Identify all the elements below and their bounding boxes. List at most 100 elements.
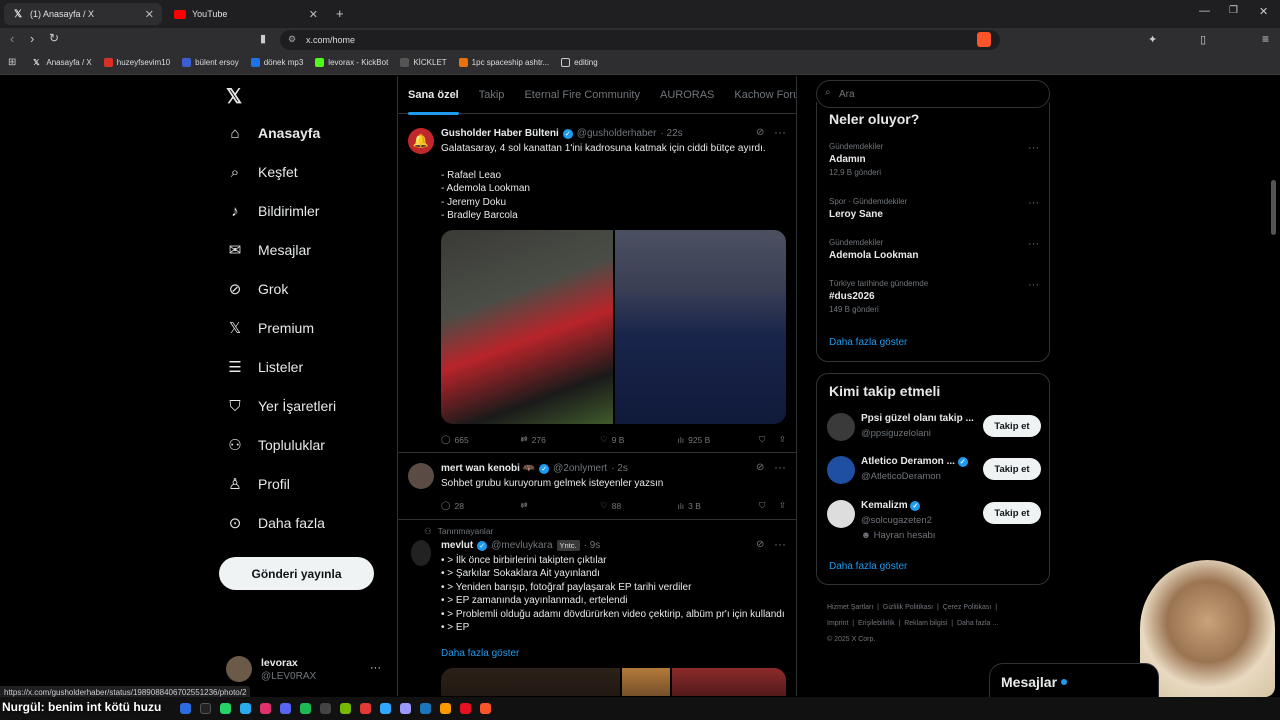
close-icon[interactable]: ✕: [309, 8, 318, 21]
tweet[interactable]: mert wan kenobi 🦇 ✓ @2onlymert · 2s ⊘ ··…: [398, 453, 796, 520]
back-icon[interactable]: ‹: [10, 31, 14, 46]
restore-button[interactable]: ❐: [1229, 5, 1238, 16]
reply-button[interactable]: ◯ 665: [441, 434, 521, 445]
retweet-button[interactable]: ⇄ 276: [521, 434, 601, 445]
author-name[interactable]: mert wan kenobi 🦇: [441, 463, 535, 474]
retweet-button[interactable]: ⇄: [521, 500, 601, 511]
trends-show-more[interactable]: Daha fazla göster: [829, 337, 907, 348]
more-dots-icon[interactable]: ···: [370, 662, 381, 674]
media-thumbnail[interactable]: [441, 668, 620, 696]
grok-icon[interactable]: ⊘: [756, 539, 764, 550]
avatar[interactable]: 🔔: [408, 128, 434, 154]
new-tab-button[interactable]: +: [336, 6, 344, 21]
more-dots-icon[interactable]: ···: [1028, 142, 1039, 154]
messages-drawer[interactable]: Mesajlar: [989, 663, 1159, 701]
follow-button[interactable]: Takip et: [983, 415, 1041, 437]
steam-icon[interactable]: [420, 703, 431, 714]
post-button[interactable]: Gönderi yayınla: [219, 557, 374, 590]
more-dots-icon[interactable]: ···: [774, 537, 786, 551]
sidebar-item-messages[interactable]: ✉ Mesajlar: [226, 241, 311, 259]
tab-youtube[interactable]: YouTube ✕: [166, 3, 326, 25]
follow-suggestion[interactable]: Ppsi güzel olanı takip ... @ppsiguzelola…: [827, 411, 1041, 443]
discord-icon[interactable]: [280, 703, 291, 714]
views-button[interactable]: ılı 925 B: [678, 434, 759, 445]
avatar[interactable]: [827, 456, 855, 484]
more-dots-icon[interactable]: ···: [1028, 279, 1039, 291]
tab-kachow[interactable]: Kachow Forum: [734, 89, 796, 101]
grok-icon[interactable]: ⊘: [756, 127, 764, 138]
avatar[interactable]: [827, 500, 855, 528]
close-window-button[interactable]: ✕: [1259, 5, 1268, 18]
sidebar-item-grok[interactable]: ⊘ Grok: [226, 280, 289, 298]
reload-icon[interactable]: ↻: [49, 31, 59, 45]
author-name[interactable]: Gusholder Haber Bülteni: [441, 128, 559, 139]
taskbar-app-icon[interactable]: [440, 703, 451, 714]
tab-following[interactable]: Takip: [479, 89, 505, 101]
views-button[interactable]: ılı 3 B: [678, 500, 759, 511]
bookmark-item[interactable]: KİCKLET: [400, 58, 447, 67]
photo-player-psg[interactable]: [614, 230, 786, 424]
tweet-time[interactable]: · 22s: [660, 128, 682, 139]
tweet-media[interactable]: [441, 668, 786, 696]
avatar[interactable]: [827, 413, 855, 441]
sidebar-item-premium[interactable]: 𝕏 Premium: [226, 319, 314, 337]
bookmark-button[interactable]: ⛉: [759, 434, 779, 445]
author-handle[interactable]: @gusholderhaber: [577, 128, 657, 139]
menu-icon[interactable]: ≡: [1262, 32, 1269, 46]
reply-button[interactable]: ◯ 28: [441, 500, 521, 511]
sidebar-item-communities[interactable]: ⚇ Topluluklar: [226, 436, 325, 454]
tweet-time[interactable]: · 9s: [584, 540, 601, 551]
media-thumbnail[interactable]: [621, 668, 671, 696]
author-name[interactable]: mevlut: [441, 540, 473, 551]
telegram-icon[interactable]: [240, 703, 251, 714]
bookmark-item[interactable]: huzeyfsevim10: [103, 58, 170, 67]
like-button[interactable]: ♡ 9 B: [600, 434, 678, 445]
avatar[interactable]: [408, 463, 434, 489]
tweet-media[interactable]: [441, 230, 786, 424]
close-icon[interactable]: ✕: [145, 8, 154, 21]
premiere-icon[interactable]: [400, 703, 411, 714]
more-dots-icon[interactable]: ···: [774, 460, 786, 474]
more-dots-icon[interactable]: ···: [1028, 238, 1039, 250]
tiktok-icon[interactable]: [200, 703, 211, 714]
trend-item[interactable]: Gündemdekiler Ademola Lookman ···: [829, 238, 1039, 261]
bookmark-item[interactable]: bülent ersoy: [182, 58, 239, 67]
like-button[interactable]: ♡ 88: [600, 500, 678, 511]
whatsapp-icon[interactable]: [220, 703, 231, 714]
nvidia-icon[interactable]: [340, 703, 351, 714]
trend-item[interactable]: Gündemdekiler Adamın 12,9 B gönderi ···: [829, 142, 1039, 177]
bookmark-item[interactable]: 1pc spaceship ashtr...: [458, 58, 549, 67]
bookmark-button[interactable]: ⛉: [759, 500, 779, 511]
photo-player-milan[interactable]: [441, 230, 613, 424]
tweet[interactable]: 🔔 Gusholder Haber Bülteni ✓ @gusholderha…: [398, 120, 796, 453]
bookmark-icon[interactable]: ▮: [260, 32, 266, 45]
avatar[interactable]: [226, 656, 252, 682]
more-dots-icon[interactable]: ···: [774, 125, 786, 139]
follow-button[interactable]: Takip et: [983, 502, 1041, 524]
brave-icon[interactable]: [480, 703, 491, 714]
sidebar-item-lists[interactable]: ☰ Listeler: [226, 358, 303, 376]
taskbar-app-icon[interactable]: [180, 703, 191, 714]
spotify-icon[interactable]: [300, 703, 311, 714]
share-button[interactable]: ⇪: [779, 500, 786, 511]
photoshop-icon[interactable]: [380, 703, 391, 714]
tab-x-home[interactable]: 𝕏 (1) Anasayfa / X ✕: [4, 3, 162, 25]
follow-button[interactable]: Takip et: [983, 458, 1041, 480]
x-logo-icon[interactable]: 𝕏: [226, 84, 242, 109]
sidebar-item-bookmarks[interactable]: ⛉ Yer İşaretleri: [226, 397, 336, 415]
tab-for-you[interactable]: Sana özel: [408, 89, 459, 115]
sidebar-item-explore[interactable]: ⌕ Keşfet: [226, 163, 298, 181]
media-thumbnail[interactable]: [672, 668, 786, 696]
forward-icon[interactable]: ›: [30, 31, 34, 46]
taskbar-app-icon[interactable]: [460, 703, 471, 714]
bookmark-folder[interactable]: editing: [561, 58, 598, 67]
scrollbar-thumb[interactable]: [1271, 180, 1276, 235]
trend-item[interactable]: Türkiye tarihinde gündemde #dus2026 149 …: [829, 279, 1039, 314]
follow-suggestion[interactable]: Kemalizm ✓ @solcugazeten2 ☻ Hayran hesab…: [827, 498, 1041, 544]
adobe-icon[interactable]: [360, 703, 371, 714]
follow-suggestion[interactable]: Atletico Deramon ... ✓ @AtleticoDeramon …: [827, 454, 1041, 486]
who-show-more[interactable]: Daha fazla göster: [829, 561, 907, 572]
site-info-icon[interactable]: ⚙: [288, 34, 296, 45]
address-field[interactable]: ⚙ x.com/home: [280, 30, 1000, 50]
avatar[interactable]: [411, 540, 431, 566]
